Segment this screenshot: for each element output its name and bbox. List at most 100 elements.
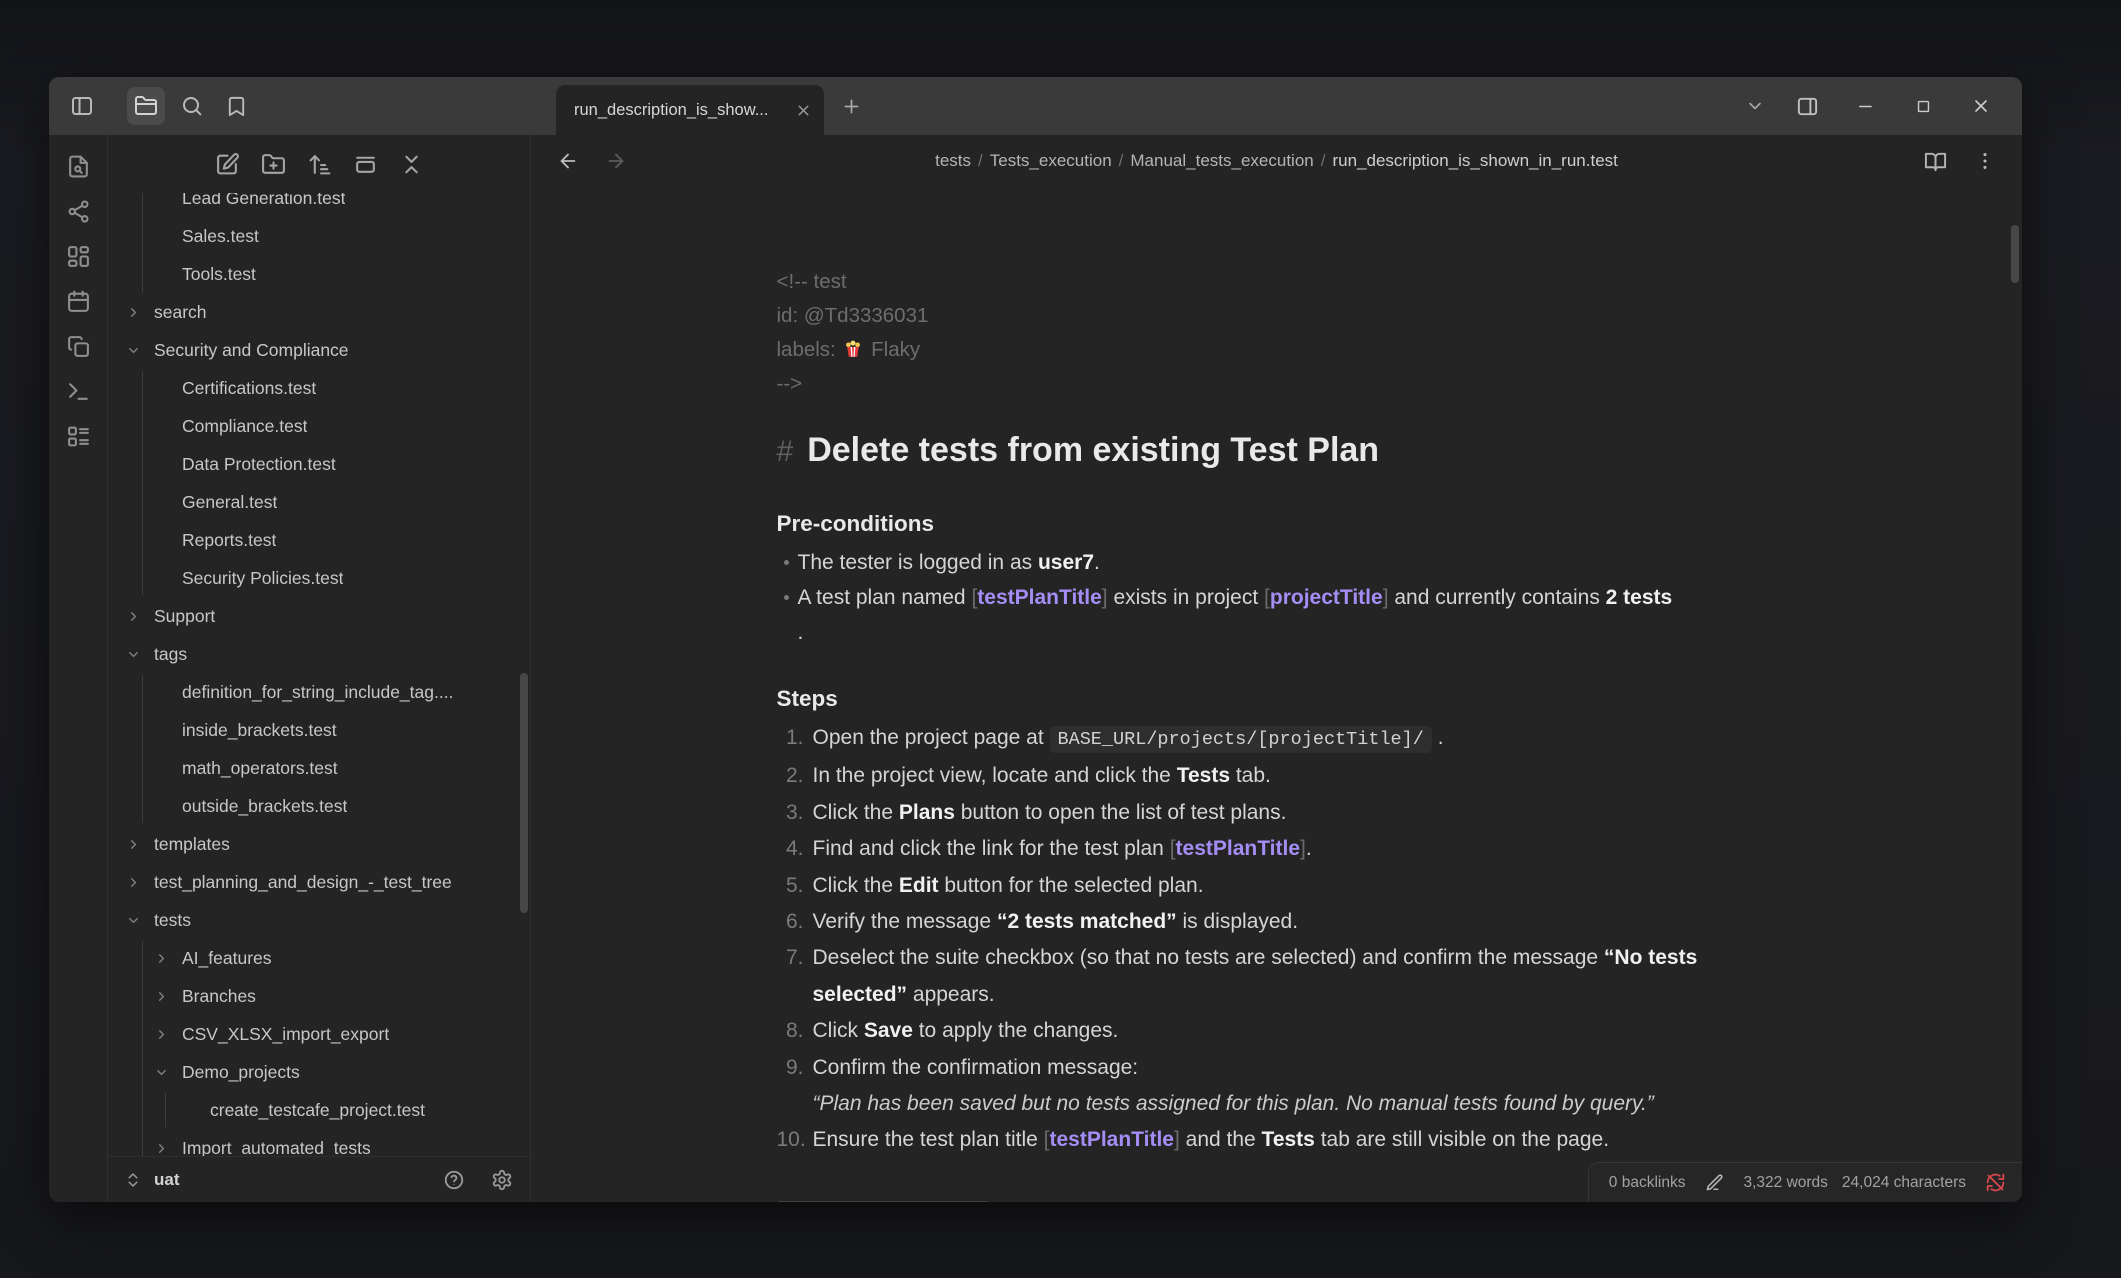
- tree-folder[interactable]: test_planning_and_design_-_test_tree: [108, 863, 530, 901]
- files-tab-button[interactable]: [127, 87, 165, 125]
- terminal-ribbon-button[interactable]: [65, 378, 91, 404]
- indent-guide: [142, 675, 143, 823]
- new-note-button[interactable]: [214, 151, 240, 177]
- search-tab-button[interactable]: [173, 87, 211, 125]
- tree-folder[interactable]: templates: [108, 825, 530, 863]
- tree-item-label: Lead Generation.test: [182, 193, 345, 209]
- tree-item-label: templates: [154, 834, 230, 855]
- sort-order-button[interactable]: [306, 151, 332, 177]
- tree-folder[interactable]: tags: [108, 635, 530, 673]
- close-window-button[interactable]: [1964, 89, 1998, 123]
- breadcrumb-segment[interactable]: tests: [935, 151, 971, 170]
- breadcrumb-separator: /: [971, 151, 990, 170]
- breadcrumb-segment[interactable]: Manual_tests_execution: [1130, 151, 1313, 170]
- graph-view-ribbon-button[interactable]: [65, 198, 91, 224]
- tab-bar: run_description_is_show...: [49, 77, 2022, 135]
- tree-item-label: Branches: [182, 986, 256, 1007]
- edit-mode-toggle[interactable]: [1703, 1172, 1725, 1194]
- internal-link[interactable]: testPlanTitle: [977, 586, 1101, 609]
- tree-file[interactable]: Tools.test: [108, 255, 530, 293]
- layout-list-ribbon-button[interactable]: [65, 423, 91, 449]
- stack-view-button[interactable]: [352, 151, 378, 177]
- toggle-right-sidebar-button[interactable]: [1790, 89, 1824, 123]
- editor-content[interactable]: <!-- testid: @Td3336031labels: Flaky--> …: [531, 187, 2022, 1202]
- tree-item-label: Import_automated_tests: [182, 1138, 371, 1157]
- tree-file[interactable]: math_operators.test: [108, 749, 530, 787]
- tab-list-dropdown-button[interactable]: [1738, 89, 1772, 123]
- tree-file[interactable]: inside_brackets.test: [108, 711, 530, 749]
- reading-view-button[interactable]: [1920, 146, 1950, 176]
- tree-file[interactable]: create_testcafe_project.test: [108, 1091, 530, 1129]
- tree-file[interactable]: Reports.test: [108, 521, 530, 559]
- active-tab[interactable]: run_description_is_show...: [556, 85, 824, 135]
- tree-folder[interactable]: Branches: [108, 977, 530, 1015]
- tree-file[interactable]: Lead Generation.test: [108, 193, 530, 217]
- tree-folder[interactable]: search: [108, 293, 530, 331]
- backlinks-count[interactable]: 0 backlinks: [1609, 1174, 1686, 1192]
- tree-file[interactable]: Certifications.test: [108, 369, 530, 407]
- character-count[interactable]: 24,024 characters: [1842, 1174, 1966, 1192]
- tab-close-button[interactable]: [790, 97, 816, 123]
- internal-link[interactable]: testPlanTitle: [1049, 1128, 1173, 1151]
- settings-button[interactable]: [490, 1168, 514, 1192]
- collapse-all-button[interactable]: [398, 151, 424, 177]
- tree-item-label: outside_brackets.test: [182, 796, 347, 817]
- tree-folder[interactable]: CSV_XLSX_import_export: [108, 1015, 530, 1053]
- indent-guide: [142, 193, 143, 293]
- tree-file[interactable]: Compliance.test: [108, 407, 530, 445]
- sidebar-scrollbar[interactable]: [520, 673, 528, 913]
- tree-item-label: Security Policies.test: [182, 568, 343, 589]
- navigate-forward-button[interactable]: [601, 146, 631, 176]
- tree-file[interactable]: Sales.test: [108, 217, 530, 255]
- new-note-icon: [215, 152, 240, 177]
- chevron-collapsed-icon: [126, 609, 148, 624]
- internal-link[interactable]: projectTitle: [1270, 586, 1383, 609]
- tree-folder[interactable]: AI_features: [108, 939, 530, 977]
- tree-folder[interactable]: tests: [108, 901, 530, 939]
- word-count[interactable]: 3,322 words: [1743, 1174, 1827, 1192]
- step-number: 3.: [777, 795, 804, 831]
- tree-file[interactable]: Data Protection.test: [108, 445, 530, 483]
- tree-file[interactable]: Security Policies.test: [108, 559, 530, 597]
- minimize-button[interactable]: [1848, 89, 1882, 123]
- step-number: 10.: [777, 1122, 804, 1158]
- step-item: 7.Deselect the suite checkbox (so that n…: [777, 940, 1777, 1013]
- tree-file[interactable]: General.test: [108, 483, 530, 521]
- breadcrumb-segment[interactable]: run_description_is_shown_in_run.test: [1332, 151, 1617, 170]
- more-options-button[interactable]: [1970, 146, 2000, 176]
- tree-file[interactable]: definition_for_string_include_tag....: [108, 673, 530, 711]
- tree-file[interactable]: outside_brackets.test: [108, 787, 530, 825]
- new-tab-button[interactable]: [834, 89, 868, 123]
- step-number: 8.: [777, 1013, 804, 1049]
- tree-item-label: Compliance.test: [182, 416, 307, 437]
- toggle-left-sidebar-button[interactable]: [63, 87, 101, 125]
- tree-folder[interactable]: Import_automated_tests: [108, 1129, 530, 1156]
- dashboard-ribbon-button[interactable]: [65, 243, 91, 269]
- calendar-ribbon-button[interactable]: [65, 288, 91, 314]
- breadcrumb-segment[interactable]: Tests_execution: [990, 151, 1112, 170]
- view-header: tests/Tests_execution/Manual_tests_execu…: [531, 135, 2022, 187]
- close-icon: [1971, 96, 1991, 116]
- file-search-ribbon-button[interactable]: [65, 153, 91, 179]
- vault-switcher[interactable]: uat: [124, 1170, 180, 1190]
- help-button[interactable]: [442, 1168, 466, 1192]
- internal-link[interactable]: testPlanTitle: [1176, 837, 1300, 860]
- file-explorer-sidebar: Lead Generation.test Sales.testTools.test…: [108, 135, 531, 1202]
- new-folder-button[interactable]: [260, 151, 286, 177]
- copy-ribbon-button[interactable]: [65, 333, 91, 359]
- editor-scrollbar[interactable]: [2011, 225, 2019, 283]
- arrow-left-icon: [557, 150, 579, 172]
- book-open-icon: [1924, 150, 1947, 173]
- tree-folder[interactable]: Demo_projects: [108, 1053, 530, 1091]
- navigate-back-button[interactable]: [553, 146, 583, 176]
- tree-folder[interactable]: Support: [108, 597, 530, 635]
- step-number: 9.: [777, 1050, 804, 1086]
- tree-item-label: math_operators.test: [182, 758, 338, 779]
- bookmarks-tab-button[interactable]: [217, 87, 255, 125]
- maximize-button[interactable]: [1906, 89, 1940, 123]
- sync-error-button[interactable]: [1984, 1172, 2006, 1194]
- tree-folder[interactable]: Security and Compliance: [108, 331, 530, 369]
- tree-item-label: create_testcafe_project.test: [210, 1100, 425, 1121]
- left-ribbon: [49, 135, 108, 1202]
- chevron-expanded-icon: [126, 913, 148, 928]
